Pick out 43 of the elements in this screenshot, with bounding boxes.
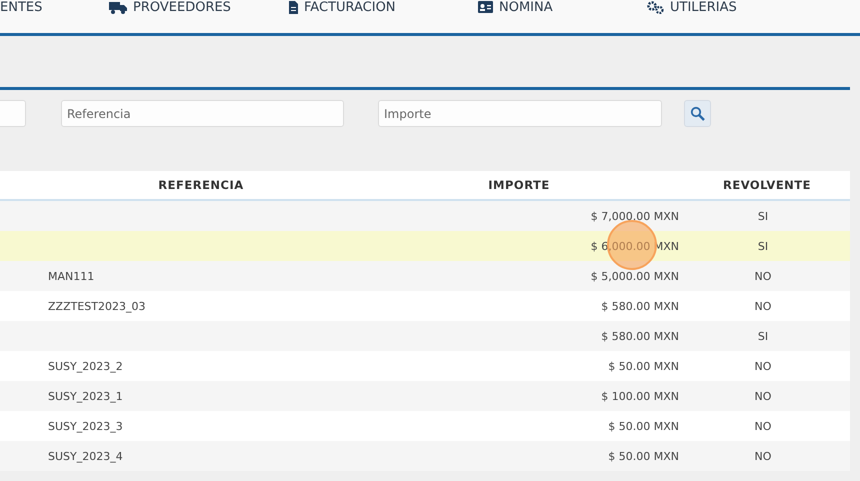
- table-row[interactable]: SUSY_2023_4 $ 50.00 MXN NO: [0, 441, 850, 471]
- table-cell-text: $ 580.00 MXN: [601, 330, 680, 342]
- input-field[interactable]: [0, 100, 26, 127]
- table-cell-text: $ 5,000.00 MXN: [590, 270, 680, 282]
- nav-link[interactable]: UTILERIAS: [647, 0, 860, 14]
- table-cell-text: $ 580.00 MXN: [601, 300, 680, 312]
- column-header[interactable]: REFERENCIA: [158, 178, 244, 192]
- search-icon: [690, 106, 705, 121]
- gears-icon: [647, 0, 664, 14]
- table-row[interactable]: $ 580.00 MXN SI: [0, 321, 850, 351]
- amount-field[interactable]: Importe: [378, 100, 662, 127]
- table-row[interactable]: MAN111 $ 5,000.00 MXN NO: [0, 261, 850, 291]
- nav-link[interactable]: ENTES: [0, 0, 109, 14]
- table-cell: SI: [758, 330, 768, 342]
- table-row[interactable]: SUSY_2023_1 $ 100.00 MXN NO: [0, 381, 850, 411]
- table-cell-text: $ 100.00 MXN: [601, 390, 680, 402]
- table-cell: NO: [754, 360, 772, 372]
- nav-link[interactable]: NOMINA: [478, 0, 647, 14]
- table-cell: NO: [754, 390, 772, 402]
- table-cell-text: $ 50.00 MXN: [608, 450, 680, 462]
- table-cell: NO: [754, 420, 772, 432]
- table-cell: NO: [754, 450, 772, 462]
- table-cell: NO: [754, 270, 772, 282]
- table-cell-text: ZZZTEST2023_03: [47, 300, 146, 312]
- table-row[interactable]: $ 7,000.00 MXN SI: [0, 201, 850, 231]
- table-cell: SI: [758, 240, 768, 252]
- table-cell-text: SUSY_2023_3: [47, 420, 124, 432]
- table-cell-text: SUSY_2023_4: [47, 450, 124, 462]
- table-cell: SI: [758, 210, 768, 222]
- table-cell-text: SUSY_2023_2: [47, 360, 124, 372]
- table-cell: NO: [754, 300, 772, 312]
- table-cell-text: $ 50.00 MXN: [608, 420, 680, 432]
- table-cell-text: SUSY_2023_1: [47, 390, 124, 402]
- reference-field[interactable]: Referencia: [61, 100, 344, 127]
- column-header[interactable]: IMPORTE: [488, 178, 550, 192]
- truck-icon: [109, 0, 127, 14]
- search-button[interactable]: [684, 100, 711, 127]
- nav-link[interactable]: PROVEEDORES: [109, 0, 289, 14]
- table-cell-text: $ 50.00 MXN: [608, 360, 680, 372]
- table-cell-text: MAN111: [47, 270, 96, 282]
- column-header[interactable]: REVOLVENTE: [722, 178, 811, 192]
- nav-link[interactable]: FACTURACION: [289, 0, 478, 14]
- table-cell-text: $ 7,000.00 MXN: [590, 210, 680, 222]
